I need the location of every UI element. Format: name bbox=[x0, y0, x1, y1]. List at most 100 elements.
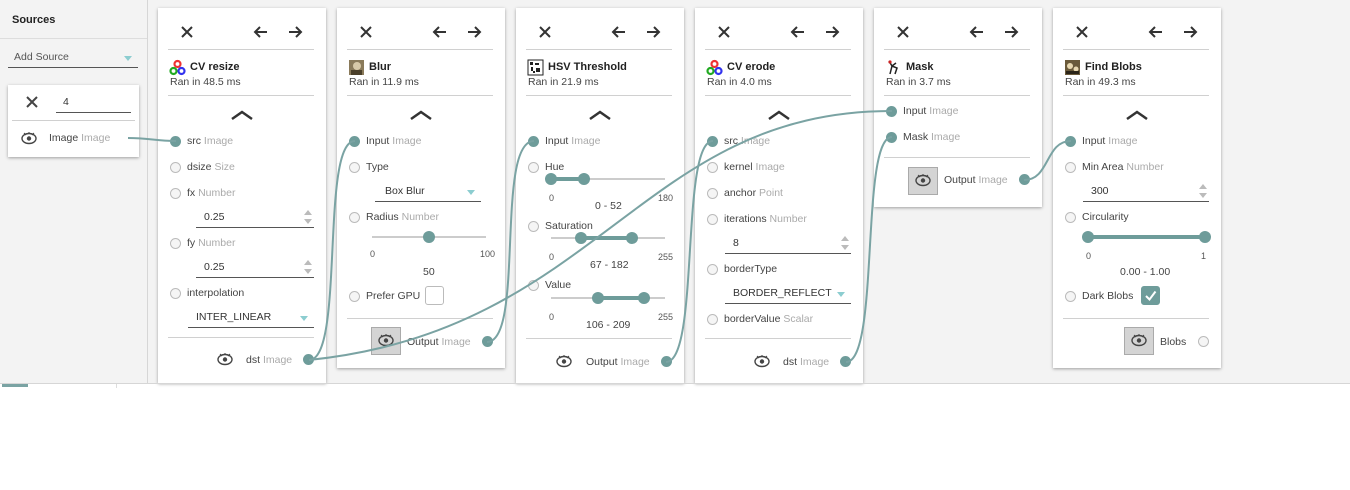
border-type-dropdown[interactable]: BORDER_REFLECT bbox=[725, 285, 851, 304]
iterations-number-field[interactable]: 8 bbox=[725, 235, 851, 254]
erode-dst-output-port[interactable] bbox=[840, 356, 851, 367]
dark-blobs-checkbox[interactable] bbox=[1141, 286, 1160, 305]
collapse-chevron-icon[interactable] bbox=[231, 110, 253, 121]
value-min: 0 bbox=[549, 312, 555, 322]
min-area-number-field[interactable]: 300 bbox=[1083, 183, 1209, 202]
blur-type-dropdown[interactable]: Box Blur bbox=[375, 183, 481, 202]
arrow-right-icon[interactable] bbox=[288, 26, 303, 38]
eye-icon[interactable] bbox=[754, 355, 770, 368]
dsize-type: Size bbox=[214, 161, 235, 173]
arrow-right-icon[interactable] bbox=[467, 26, 482, 38]
mask-title: Mask bbox=[906, 61, 934, 73]
hue-label: Hue bbox=[545, 161, 565, 173]
radius-slider-thumb[interactable] bbox=[423, 231, 435, 243]
saturation-slider-low-thumb[interactable] bbox=[574, 232, 587, 244]
mask-input-port[interactable] bbox=[886, 106, 897, 117]
value-input-port[interactable] bbox=[528, 280, 539, 291]
blur-icon bbox=[349, 60, 364, 75]
close-icon[interactable] bbox=[1076, 26, 1088, 38]
hue-slider-low-thumb[interactable] bbox=[545, 173, 557, 185]
blur-output-port[interactable] bbox=[482, 336, 493, 347]
type-input-port[interactable] bbox=[349, 162, 360, 173]
blobs-input-port[interactable] bbox=[1065, 136, 1076, 147]
collapse-chevron-icon[interactable] bbox=[768, 110, 790, 121]
value-slider-low-thumb[interactable] bbox=[592, 292, 605, 304]
mask-output-type: Image bbox=[978, 174, 1008, 186]
blobs-output-port[interactable] bbox=[1198, 336, 1209, 347]
circularity-min: 0 bbox=[1086, 251, 1092, 261]
arrow-left-icon[interactable] bbox=[253, 26, 268, 38]
mask-output-port[interactable] bbox=[1019, 174, 1030, 185]
erode-src-input-port[interactable] bbox=[707, 136, 718, 147]
hsv-status: Ran in 21.9 ms bbox=[528, 76, 599, 88]
border-type-input-port[interactable] bbox=[707, 264, 718, 275]
saturation-slider-high-thumb[interactable] bbox=[626, 232, 639, 244]
fx-input-port[interactable] bbox=[170, 188, 181, 199]
hue-slider-high-thumb[interactable] bbox=[577, 173, 590, 185]
blur-title: Blur bbox=[369, 61, 391, 73]
dark-blobs-label: Dark Blobs bbox=[1082, 290, 1134, 302]
iterations-label: iterations bbox=[724, 213, 767, 225]
mask-output-label: Output bbox=[944, 174, 976, 186]
min-area-input-port[interactable] bbox=[1065, 162, 1076, 173]
arrow-left-icon[interactable] bbox=[969, 26, 984, 38]
close-icon[interactable] bbox=[360, 26, 372, 38]
fy-input-port[interactable] bbox=[170, 238, 181, 249]
arrow-left-icon[interactable] bbox=[1148, 26, 1163, 38]
cv-erode-title: CV erode bbox=[727, 61, 776, 73]
value-range: 106 - 209 bbox=[586, 319, 631, 331]
preview-toggle-button[interactable] bbox=[908, 167, 938, 195]
fy-number-field[interactable]: 0.25 bbox=[196, 259, 314, 278]
arrow-right-icon[interactable] bbox=[1183, 26, 1198, 38]
interpolation-input-port[interactable] bbox=[170, 288, 181, 299]
blur-input-port[interactable] bbox=[349, 136, 360, 147]
preview-toggle-button[interactable] bbox=[1124, 327, 1154, 355]
fx-number-field[interactable]: 0.25 bbox=[196, 209, 314, 228]
dsize-input-port[interactable] bbox=[170, 162, 181, 173]
dst-type: Image bbox=[262, 354, 293, 366]
eye-icon[interactable] bbox=[217, 353, 233, 366]
close-icon[interactable] bbox=[897, 26, 909, 38]
arrow-left-icon[interactable] bbox=[611, 26, 626, 38]
border-value-input-port[interactable] bbox=[707, 314, 718, 325]
dst-output-port[interactable] bbox=[303, 354, 314, 365]
close-icon[interactable] bbox=[539, 26, 551, 38]
arrow-left-icon[interactable] bbox=[432, 26, 447, 38]
hsv-output-port[interactable] bbox=[661, 356, 672, 367]
hsv-input-port[interactable] bbox=[528, 136, 539, 147]
close-icon[interactable] bbox=[718, 26, 730, 38]
circularity-slider-high-thumb[interactable] bbox=[1199, 231, 1211, 243]
circularity-input-port[interactable] bbox=[1065, 212, 1076, 223]
saturation-input-port[interactable] bbox=[528, 221, 539, 232]
circularity-label: Circularity bbox=[1082, 211, 1129, 223]
src-input-port[interactable] bbox=[170, 136, 181, 147]
collapse-chevron-icon[interactable] bbox=[1126, 110, 1148, 121]
prefer-gpu-input-port[interactable] bbox=[349, 291, 360, 302]
close-icon[interactable] bbox=[181, 26, 193, 38]
kernel-input-port[interactable] bbox=[707, 162, 718, 173]
eye-icon[interactable] bbox=[556, 355, 572, 368]
interpolation-dropdown[interactable]: INTER_LINEAR bbox=[188, 309, 314, 328]
src-label: src bbox=[187, 135, 201, 147]
value-slider-high-thumb[interactable] bbox=[638, 292, 651, 304]
collapse-chevron-icon[interactable] bbox=[589, 110, 611, 121]
prefer-gpu-checkbox[interactable] bbox=[425, 286, 444, 305]
radius-input-port[interactable] bbox=[349, 212, 360, 223]
arrow-left-icon[interactable] bbox=[790, 26, 805, 38]
hue-input-port[interactable] bbox=[528, 162, 539, 173]
arrow-right-icon[interactable] bbox=[825, 26, 840, 38]
circularity-range: 0.00 - 1.00 bbox=[1120, 266, 1171, 278]
anchor-input-port[interactable] bbox=[707, 188, 718, 199]
arrow-right-icon[interactable] bbox=[646, 26, 661, 38]
collapse-chevron-icon[interactable] bbox=[410, 110, 432, 121]
preview-toggle-button[interactable] bbox=[371, 327, 401, 355]
horizontal-scrollbar-thumb[interactable] bbox=[2, 384, 28, 387]
dark-blobs-input-port[interactable] bbox=[1065, 291, 1076, 302]
arrow-right-icon[interactable] bbox=[1004, 26, 1019, 38]
fx-value: 0.25 bbox=[204, 211, 225, 223]
iterations-input-port[interactable] bbox=[707, 214, 718, 225]
circularity-slider-low-thumb[interactable] bbox=[1082, 231, 1094, 243]
value-label: Value bbox=[545, 279, 572, 291]
mask-mask-input-port[interactable] bbox=[886, 132, 897, 143]
blur-output-label: Output bbox=[407, 336, 439, 348]
